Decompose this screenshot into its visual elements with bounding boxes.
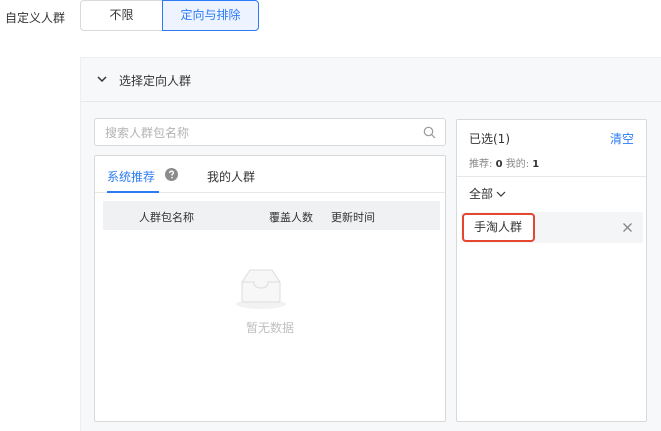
search-input[interactable] (105, 124, 405, 141)
question-icon[interactable] (165, 168, 178, 181)
tabs: 系统推荐 我的人群 (95, 156, 445, 193)
column-name: 人群包名称 (139, 211, 194, 224)
recommended-label: 推荐: (469, 159, 493, 170)
selected-box: 已选(1) 清空 推荐: 0 我的: 1 全部 手淘人群 (456, 119, 647, 422)
panel-title: 选择定向人群 (119, 74, 192, 88)
selected-item: 手淘人群 (461, 212, 643, 243)
targeting-panel: 选择定向人群 系统推荐 我的人群 人群包名称 覆盖 (80, 57, 661, 431)
search-icon[interactable] (423, 126, 436, 139)
empty-state-text: 暂无数据 (245, 321, 294, 335)
mine-count: 1 (532, 159, 540, 170)
panel-header[interactable]: 选择定向人群 (81, 58, 661, 102)
tab-system-recommend[interactable]: 系统推荐 (107, 168, 155, 185)
selected-stats: 推荐: 0 我的: 1 (469, 155, 539, 170)
chevron-down-icon (496, 191, 506, 197)
divider (457, 176, 646, 177)
audience-targeting-section: 自定义人群 不限 定向与排除 选择定向人群 系统推荐 (0, 0, 661, 431)
close-icon[interactable] (622, 222, 633, 233)
selected-title: 已选(1) (469, 132, 510, 146)
column-updated: 更新时间 (331, 211, 375, 224)
audience-mode-segmented: 不限 定向与排除 (80, 0, 259, 31)
mine-label: 我的: (505, 159, 530, 170)
active-tab-indicator (107, 191, 159, 193)
selected-item-label: 手淘人群 (462, 213, 535, 242)
table-header: 人群包名称 覆盖人数 更新时间 (103, 201, 440, 230)
chevron-down-icon[interactable] (95, 72, 109, 86)
column-coverage: 覆盖人数 (269, 211, 313, 224)
search-box[interactable] (94, 118, 446, 146)
empty-inbox-icon (236, 269, 286, 309)
filter-dropdown[interactable]: 全部 (469, 185, 506, 202)
option-unlimited-button[interactable]: 不限 (80, 0, 163, 31)
audience-list-box: 系统推荐 我的人群 人群包名称 覆盖人数 更新时间 暂无数据 (94, 155, 446, 422)
option-target-exclude-button[interactable]: 定向与排除 (162, 0, 259, 31)
filter-label: 全部 (469, 187, 494, 201)
clear-button[interactable]: 清空 (610, 130, 634, 147)
tab-my-audience[interactable]: 我的人群 (207, 168, 255, 185)
recommended-count: 0 (495, 159, 503, 170)
audience-label: 自定义人群 (5, 11, 66, 25)
